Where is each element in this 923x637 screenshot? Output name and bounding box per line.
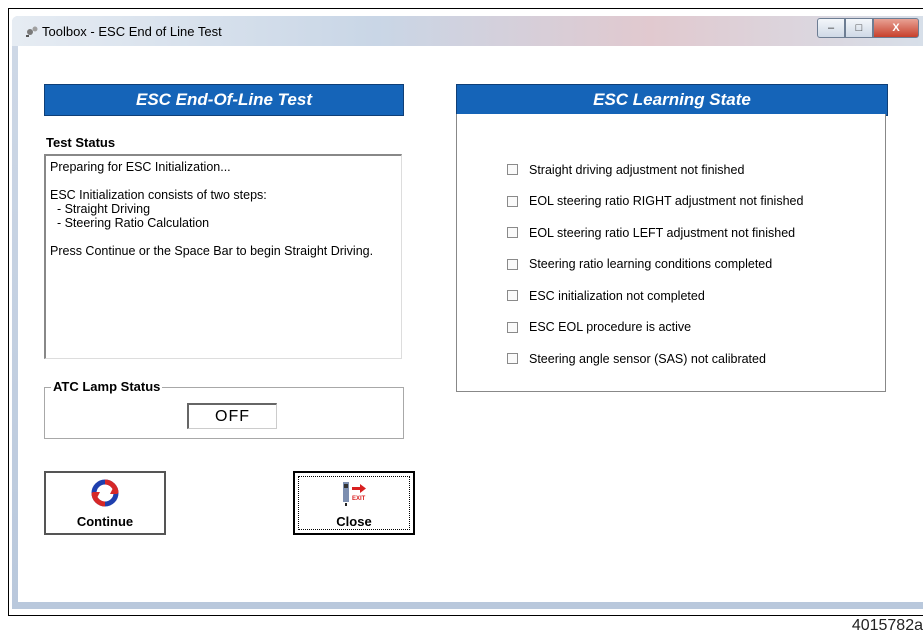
learning-state-checkbox bbox=[507, 290, 518, 302]
figure-id: 4015782a bbox=[851, 617, 923, 634]
status-line: - Steering Ratio Calculation bbox=[50, 216, 210, 230]
figure-border-top bbox=[8, 8, 923, 9]
learning-state-item: Steering ratio learning conditions compl… bbox=[507, 249, 803, 281]
atc-lamp-status-value: OFF bbox=[187, 403, 277, 429]
esc-learning-state-header: ESC Learning State bbox=[456, 84, 888, 116]
figure-border-bottom bbox=[8, 615, 923, 616]
test-status-label: Test Status bbox=[46, 135, 116, 150]
esc-eol-test-header: ESC End-Of-Line Test bbox=[44, 84, 404, 116]
learning-state-checkbox bbox=[507, 258, 518, 270]
learning-state-label: EOL steering ratio RIGHT adjustment not … bbox=[529, 194, 804, 209]
title-bar[interactable]: Toolbox - ESC End of Line Test – □ X bbox=[12, 16, 923, 46]
status-line: Preparing for ESC Initialization... bbox=[50, 160, 231, 174]
learning-state-label: Straight driving adjustment not finished bbox=[529, 162, 745, 177]
learning-state-item: Steering angle sensor (SAS) not calibrat… bbox=[507, 343, 803, 375]
learning-state-checkbox bbox=[507, 353, 518, 365]
learning-state-item: EOL steering ratio RIGHT adjustment not … bbox=[507, 186, 803, 218]
continue-button-label: Continue bbox=[76, 514, 134, 529]
learning-state-checkbox bbox=[507, 164, 518, 176]
learning-state-item: ESC initialization not completed bbox=[507, 280, 803, 312]
status-line bbox=[50, 174, 397, 188]
learning-state-label: Steering ratio learning conditions compl… bbox=[529, 257, 773, 272]
minimize-button[interactable]: – bbox=[817, 18, 845, 38]
maximize-button[interactable]: □ bbox=[845, 18, 873, 38]
status-line bbox=[50, 230, 397, 244]
learning-state-checkbox bbox=[507, 321, 518, 333]
close-button[interactable]: EXIT Close bbox=[293, 471, 415, 535]
window-title: Toolbox - ESC End of Line Test bbox=[42, 24, 222, 39]
learning-state-item: EOL steering ratio LEFT adjustment not f… bbox=[507, 217, 803, 249]
learning-state-label: ESC EOL procedure is active bbox=[529, 320, 692, 335]
learning-state-item: Straight driving adjustment not finished bbox=[507, 154, 803, 186]
app-window: Toolbox - ESC End of Line Test – □ X ESC… bbox=[12, 16, 923, 609]
test-status-textbox[interactable]: Preparing for ESC Initialization... ESC I… bbox=[44, 154, 402, 359]
close-window-button[interactable]: X bbox=[873, 18, 919, 38]
figure-border-left bbox=[8, 8, 9, 616]
close-button-label: Close bbox=[336, 514, 372, 529]
learning-state-label: Steering angle sensor (SAS) not calibrat… bbox=[529, 351, 766, 366]
atc-lamp-status-label: ATC Lamp Status bbox=[51, 379, 163, 394]
esc-learning-state-panel: Straight driving adjustment not finished… bbox=[456, 114, 886, 392]
learning-state-checkbox bbox=[507, 227, 518, 239]
exit-icon: EXIT bbox=[343, 482, 366, 506]
continue-button[interactable]: Continue bbox=[44, 471, 166, 535]
learning-state-list: Straight driving adjustment not finished… bbox=[507, 154, 803, 375]
client-area: ESC End-Of-Line Test Test Status Prepari… bbox=[18, 46, 923, 602]
exit-icon-text: EXIT bbox=[352, 496, 366, 502]
learning-state-checkbox bbox=[507, 195, 518, 207]
refresh-icon bbox=[91, 479, 119, 507]
learning-state-item: ESC EOL procedure is active bbox=[507, 312, 803, 344]
atc-lamp-status-group: ATC Lamp Status OFF bbox=[44, 379, 404, 439]
learning-state-label: ESC initialization not completed bbox=[529, 288, 705, 303]
learning-state-label: EOL steering ratio LEFT adjustment not f… bbox=[529, 225, 796, 240]
window-controls: – □ X bbox=[817, 18, 919, 38]
toolbox-app-icon bbox=[26, 26, 38, 37]
status-line: - Straight Driving bbox=[50, 202, 151, 216]
status-line: ESC Initialization consists of two steps… bbox=[50, 188, 267, 202]
status-line: Press Continue or the Space Bar to begin… bbox=[50, 244, 374, 258]
